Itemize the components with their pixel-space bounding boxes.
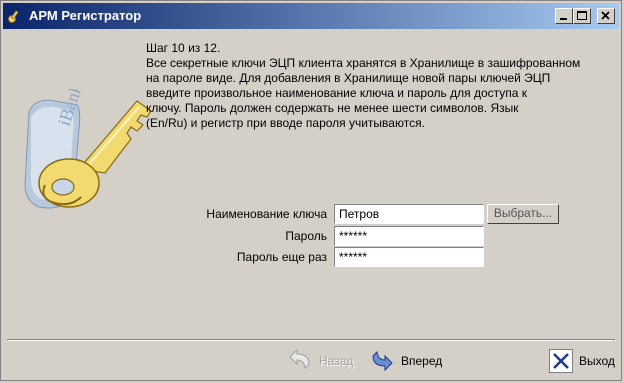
forward-button[interactable]: Вперед [369, 347, 442, 375]
choose-key-button[interactable]: Выбрать... [487, 204, 559, 224]
password-repeat-input[interactable]: ****** [334, 247, 484, 267]
ibank-logo-text: iBank 2 [54, 89, 90, 128]
main-window: АРМ Регистратор iBank 2 Шаг 10 из 12. Вс… [0, 0, 622, 381]
exit-button[interactable]: Выход [549, 347, 615, 375]
password-repeat-value: ****** [339, 250, 368, 264]
back-button[interactable]: Назад [287, 347, 353, 375]
back-label: Назад [319, 354, 354, 368]
step-counter: Шаг 10 из 12. [146, 41, 221, 55]
back-arrow-icon [287, 348, 313, 375]
footer-separator [7, 339, 615, 341]
exit-x-icon [549, 349, 573, 373]
maximize-button[interactable] [573, 8, 591, 24]
instruction-line: Все секретные ключи ЭЦП клиента хранятся… [146, 56, 581, 70]
key-app-icon [7, 8, 23, 24]
minimize-button[interactable] [555, 8, 573, 24]
instruction-line: (En/Ru) и регистр при вводе пароля учиты… [146, 116, 425, 130]
forward-arrow-icon [369, 348, 395, 375]
instruction-line: введите произвольное наименование ключа … [146, 86, 528, 100]
key-name-label: Наименование ключа [206, 207, 327, 221]
window-title: АРМ Регистратор [29, 8, 142, 23]
title-bar[interactable]: АРМ Регистратор [3, 3, 619, 29]
password-input[interactable]: ****** [334, 226, 484, 246]
instruction-line: ключу. Пароль должен содержать не менее … [146, 101, 519, 115]
close-button[interactable] [597, 8, 615, 24]
step-instructions: Шаг 10 из 12. Все секретные ключи ЭЦП кл… [146, 41, 606, 131]
key-name-value: Петров [339, 207, 380, 221]
exit-label: Выход [579, 354, 615, 368]
password-label: Пароль [285, 229, 327, 243]
forward-label: Вперед [401, 354, 443, 368]
key-name-input[interactable]: Петров [334, 204, 484, 224]
password-repeat-label: Пароль еще раз [236, 250, 327, 264]
password-value: ****** [339, 229, 368, 243]
instruction-line: на пароле виде. Для добавления в Хранили… [146, 71, 551, 85]
